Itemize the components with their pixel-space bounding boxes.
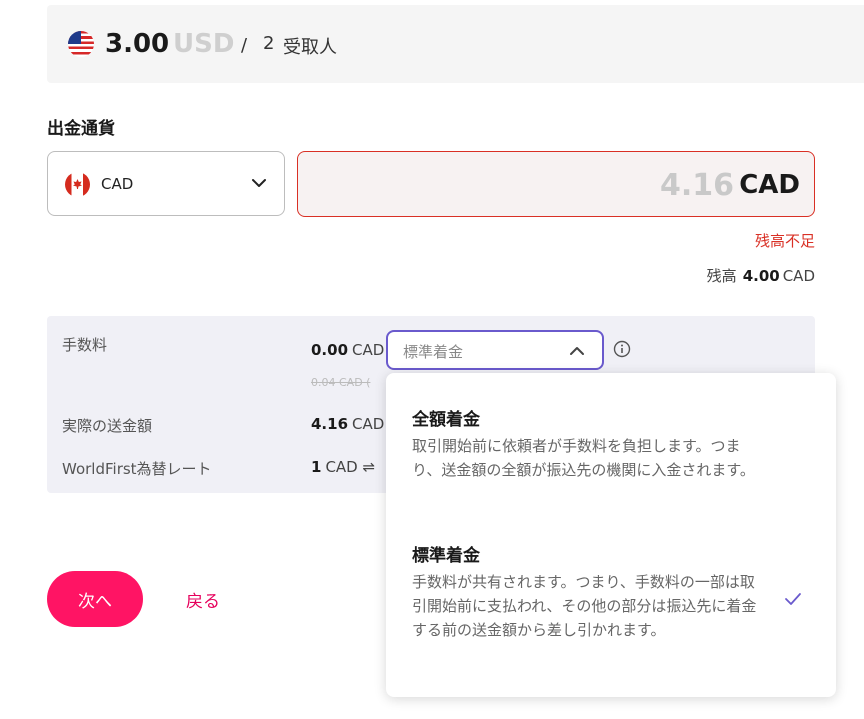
actual-currency: CAD xyxy=(352,415,385,433)
option-description: 手数料が共有されます。つまり、手数料の一部は取引開始前に支払われ、その他の部分は… xyxy=(412,573,757,639)
separator: / xyxy=(241,35,248,56)
actual-value: 4.16 xyxy=(311,415,349,433)
payout-amount-value: 4.16 xyxy=(659,168,734,203)
exchange-rate-label: WorldFirst為替レート xyxy=(62,460,212,478)
currency-code: CAD xyxy=(101,175,134,193)
balance-value: 4.00 xyxy=(742,267,780,285)
option-title: 全額着金 xyxy=(412,410,480,430)
exchange-icon: ⇌ xyxy=(362,458,376,476)
info-icon[interactable] xyxy=(613,340,631,358)
fee-label: 手数料 xyxy=(62,336,108,354)
fee-type-dropdown: 全額着金 取引開始前に依頼者が手数料を負担します。つまり、送金額の全額が振込先の… xyxy=(386,373,836,697)
rate-value: 1 xyxy=(311,458,322,476)
next-button[interactable]: 次へ xyxy=(47,571,143,627)
exchange-rate: 1 CAD ⇌ xyxy=(311,458,375,476)
fee-amount: 0.00 CAD xyxy=(311,341,384,359)
chevron-down-icon xyxy=(252,179,266,187)
actual-amount-label: 実際の送金額 xyxy=(62,417,153,435)
payout-currency-select[interactable]: CAD xyxy=(47,151,285,216)
payout-currency-title: 出金通貨 xyxy=(47,119,115,139)
transfer-summary: 3.00 USD / 2 受取人 xyxy=(47,5,864,83)
payout-amount-input[interactable]: 4.16 CAD xyxy=(297,151,815,217)
fee-type-select[interactable]: 標準着金 xyxy=(386,330,604,370)
option-description: 取引開始前に依頼者が手数料を負担します。つまり、送金額の全額が振込先の機関に入金… xyxy=(412,437,755,479)
balance-info: 残高 4.00 CAD xyxy=(707,265,815,286)
rate-currency: CAD xyxy=(325,458,358,476)
insufficient-balance-error: 残高不足 xyxy=(754,232,815,250)
payout-amount-unit: CAD xyxy=(739,170,800,200)
check-icon xyxy=(785,593,801,605)
fee-currency: CAD xyxy=(352,341,385,359)
fee-value: 0.00 xyxy=(311,341,349,359)
fee-type-value: 標準着金 xyxy=(403,343,464,361)
actual-amount: 4.16 CAD xyxy=(311,415,384,433)
back-link[interactable]: 戻る xyxy=(186,587,220,612)
recipient-count: 2 xyxy=(263,33,275,54)
us-flag-icon xyxy=(68,31,94,57)
send-currency: USD xyxy=(173,29,235,59)
option-title: 標準着金 xyxy=(412,546,480,566)
recipient-label: 受取人 xyxy=(283,37,337,58)
balance-label: 残高 xyxy=(706,267,737,285)
send-amount: 3.00 xyxy=(105,29,170,59)
fee-original: 0.04 CAD ( xyxy=(311,376,371,389)
chevron-up-icon xyxy=(570,347,584,355)
balance-currency: CAD xyxy=(782,267,815,285)
canada-flag-icon xyxy=(65,172,90,197)
